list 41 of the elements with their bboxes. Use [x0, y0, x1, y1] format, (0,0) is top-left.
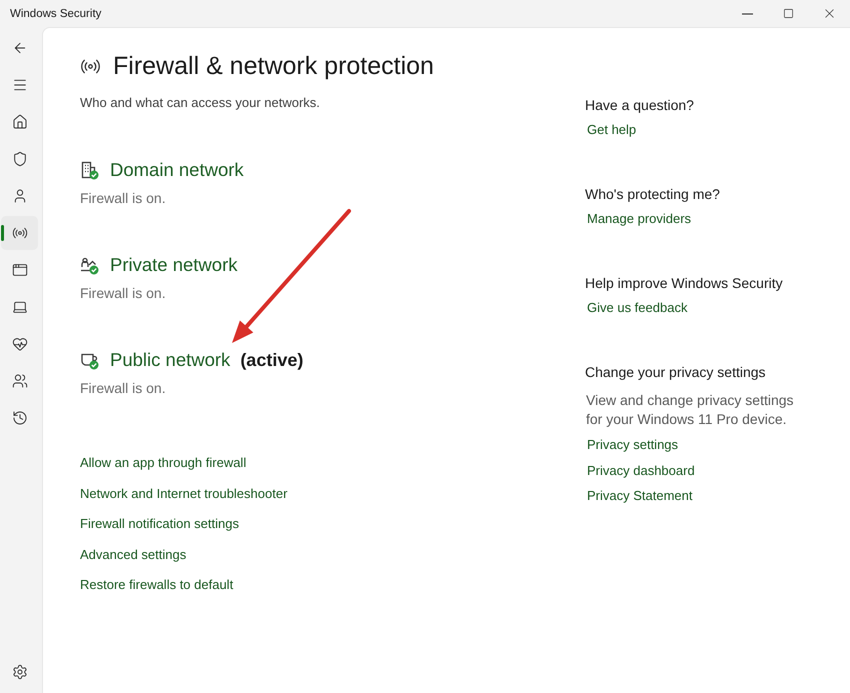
- building-check-icon: [80, 160, 99, 180]
- section-heading: Have a question?: [585, 96, 694, 115]
- help-link[interactable]: Privacy dashboard: [587, 460, 695, 480]
- settings-link[interactable]: Firewall notification settings: [80, 514, 239, 534]
- minimize-icon: [742, 12, 753, 14]
- page-title: Firewall & network protection: [113, 51, 434, 82]
- section-description: View and change privacy settings for your Windows 11 Pro device.: [586, 391, 795, 429]
- help-link[interactable]: Give us feedback: [587, 298, 688, 318]
- people-icon: [12, 373, 28, 389]
- network-link[interactable]: Private network: [110, 252, 238, 278]
- firewall-status: Firewall is on.: [80, 189, 166, 208]
- active-label: (active): [240, 349, 304, 372]
- firewall-status: Firewall is on.: [80, 284, 166, 303]
- settings-icon: [12, 664, 28, 680]
- firewall-status: Firewall is on.: [80, 379, 166, 398]
- home-icon: [12, 114, 28, 130]
- settings-link[interactable]: Advanced settings: [80, 544, 186, 564]
- settings-link[interactable]: Allow an app through firewall: [80, 453, 246, 473]
- help-link[interactable]: Get help: [587, 120, 636, 140]
- menu-icon: [12, 77, 28, 93]
- page-subtitle: Who and what can access your networks.: [80, 94, 320, 112]
- maximize-icon: [783, 8, 794, 19]
- section-heading: Help improve Windows Security: [585, 274, 783, 293]
- section-heading: Change your privacy settings: [585, 363, 766, 382]
- shield-icon: [12, 151, 28, 167]
- help-link[interactable]: Privacy Statement: [587, 486, 692, 506]
- browser-window-icon: [12, 262, 28, 278]
- network-link[interactable]: Public network: [110, 347, 230, 373]
- heart-pulse-icon: [12, 336, 28, 352]
- settings-link[interactable]: Network and Internet troubleshooter: [80, 484, 288, 504]
- section-heading: Who's protecting me?: [585, 185, 720, 204]
- window-title: Windows Security: [10, 8, 102, 20]
- network-nav-button[interactable]: [1, 216, 38, 250]
- laptop-icon: [12, 299, 28, 315]
- person-house-check-icon: [80, 256, 99, 274]
- history-icon: [12, 410, 28, 426]
- settings-link[interactable]: Restore firewalls to default: [80, 575, 234, 595]
- help-link[interactable]: Manage providers: [587, 209, 692, 229]
- antenna-icon: [12, 225, 28, 241]
- help-link[interactable]: Privacy settings: [587, 435, 678, 455]
- network-link[interactable]: Domain network: [110, 157, 244, 183]
